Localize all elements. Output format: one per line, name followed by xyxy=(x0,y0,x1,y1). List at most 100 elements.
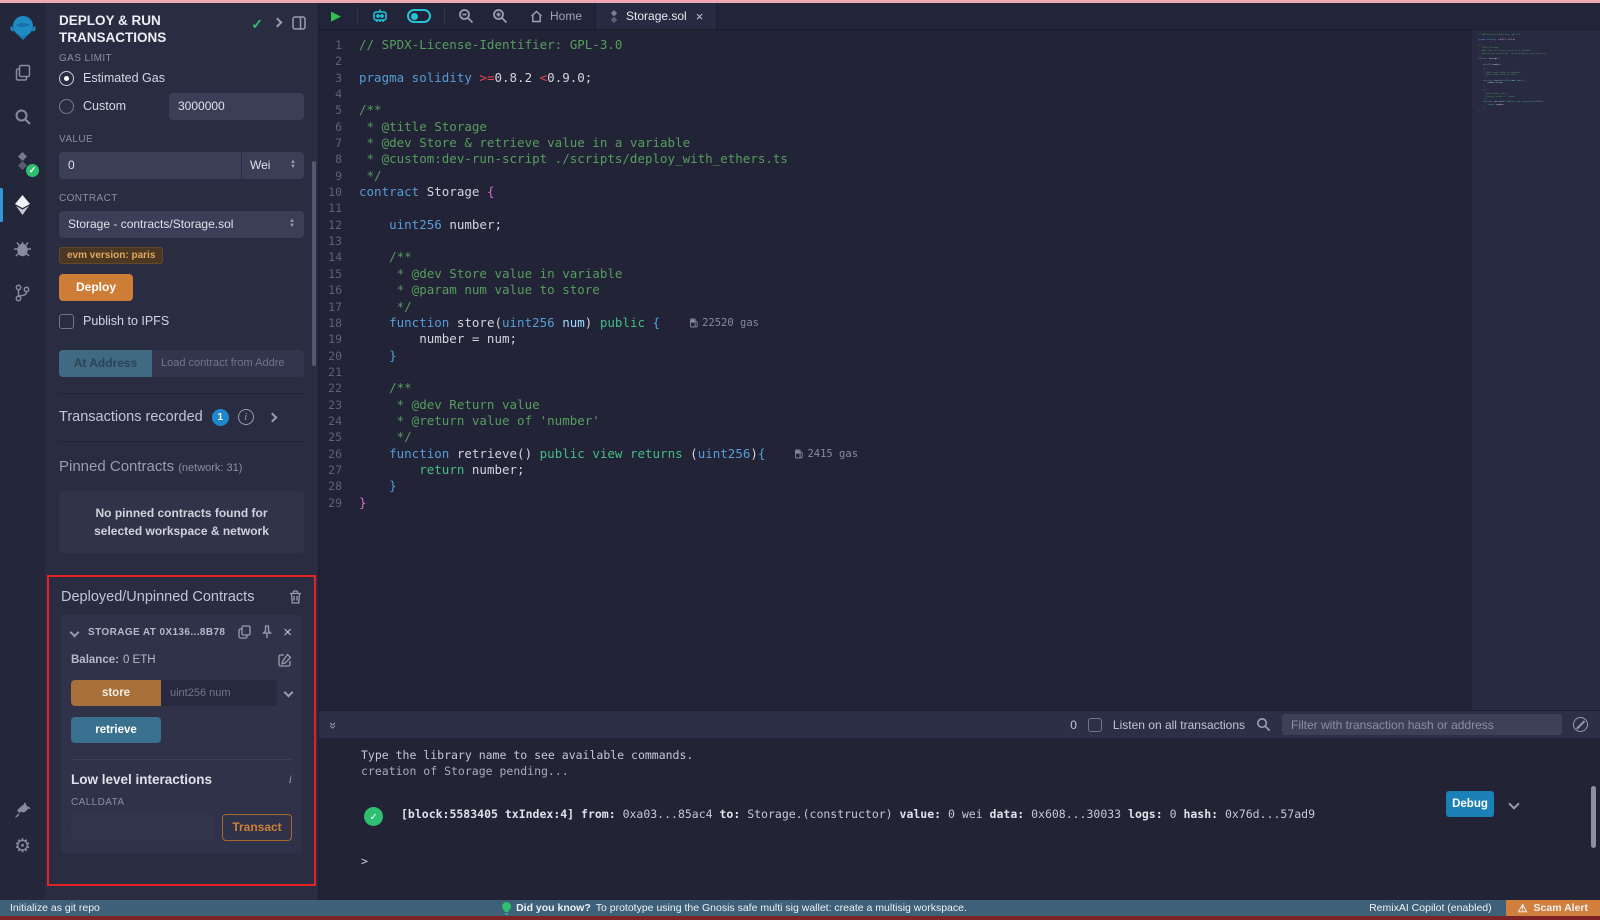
tip-text: To prototype using the Gnosis safe multi… xyxy=(596,902,967,914)
tab-storage-sol[interactable]: Storage.sol × xyxy=(595,3,717,29)
transaction-filter-input[interactable] xyxy=(1282,714,1562,735)
info-icon[interactable]: i xyxy=(238,409,254,425)
solidity-icon xyxy=(609,10,619,23)
copy-address-icon[interactable] xyxy=(238,625,251,639)
git-icon[interactable] xyxy=(0,271,45,315)
at-address-button[interactable]: At Address xyxy=(59,350,152,377)
estimated-gas-radio[interactable] xyxy=(59,71,74,86)
ai-assistant-icon[interactable] xyxy=(362,3,398,29)
listen-all-checkbox[interactable] xyxy=(1088,718,1102,732)
terminal-scrollbar[interactable] xyxy=(1591,786,1596,848)
code-line: 18 function store(uint256 num) public {2… xyxy=(319,315,1600,331)
custom-gas-radio[interactable] xyxy=(59,99,74,114)
red-annotation-box: Deployed/Unpinned Contracts STORAGE AT 0… xyxy=(47,575,316,886)
store-function-button[interactable]: store xyxy=(71,680,161,706)
trash-icon[interactable] xyxy=(289,590,302,604)
code-line: 14 /** xyxy=(319,249,1600,265)
no-pinned-contracts-message: No pinned contracts found for selected w… xyxy=(59,491,304,553)
code-line: 26 function retrieve() public view retur… xyxy=(319,446,1600,462)
git-init-status[interactable]: Initialize as git repo xyxy=(10,902,100,914)
custom-gas-input[interactable] xyxy=(169,93,304,120)
estimated-gas-option[interactable]: Estimated Gas xyxy=(59,71,304,86)
code-line: 20 } xyxy=(319,348,1600,364)
expand-store-icon[interactable] xyxy=(284,688,294,698)
transaction-log-entry[interactable]: ✓ [block:5583405 txIndex:4] from: 0xa03.… xyxy=(361,806,1600,822)
deployed-contracts-title: Deployed/Unpinned Contracts xyxy=(61,589,254,605)
panel-scrollbar[interactable] xyxy=(312,161,316,366)
publish-ipfs-option[interactable]: Publish to IPFS xyxy=(59,314,304,329)
publish-ipfs-checkbox[interactable] xyxy=(59,314,74,329)
edit-balance-icon[interactable] xyxy=(278,653,292,667)
pin-contract-icon[interactable] xyxy=(261,625,273,639)
terminal-line: Type the library name to see available c… xyxy=(361,747,1600,763)
minimap[interactable]: // SPDX-License-Identifier: GPL-3.0pragm… xyxy=(1472,30,1600,710)
pin-panel-icon[interactable] xyxy=(292,16,306,30)
window-bottom-edge xyxy=(0,916,1600,920)
code-line: 25 */ xyxy=(319,429,1600,445)
listen-all-label: Listen on all transactions xyxy=(1113,718,1245,732)
run-script-icon[interactable]: ▶ xyxy=(319,3,353,29)
file-explorer-icon[interactable] xyxy=(0,51,45,95)
contract-select[interactable]: Storage - contracts/Storage.sol ▲▼ xyxy=(59,211,304,238)
code-line: 9 */ xyxy=(319,168,1600,184)
expand-transactions-icon[interactable] xyxy=(267,412,277,422)
contract-stepper-icon: ▲▼ xyxy=(289,219,295,229)
retrieve-function-button[interactable]: retrieve xyxy=(71,717,161,743)
zoom-out-icon[interactable] xyxy=(449,3,483,29)
terminal-search-icon[interactable] xyxy=(1256,717,1271,732)
solidity-compiler-icon[interactable]: ✓ xyxy=(0,139,45,183)
code-line: 28 } xyxy=(319,478,1600,494)
ai-toggle-switch[interactable] xyxy=(398,3,440,29)
copilot-status[interactable]: RemixAI Copilot (enabled) xyxy=(1369,902,1492,914)
tx-success-icon: ✓ xyxy=(364,807,383,826)
terminal-prompt[interactable]: > xyxy=(361,853,1600,869)
code-editor[interactable]: 1// SPDX-License-Identifier: GPL-3.023pr… xyxy=(319,30,1600,710)
at-address-input[interactable] xyxy=(152,350,304,377)
low-level-info-icon[interactable]: i xyxy=(289,772,292,787)
calldata-input[interactable] xyxy=(71,814,214,841)
debugger-icon[interactable] xyxy=(0,227,45,271)
remove-contract-icon[interactable]: × xyxy=(283,625,292,640)
search-icon[interactable] xyxy=(0,95,45,139)
code-line: 4 xyxy=(319,86,1600,102)
panel-chevron-right-icon[interactable] xyxy=(273,18,283,28)
code-line: 7 * @dev Store & retrieve value in a var… xyxy=(319,135,1600,151)
debug-button[interactable]: Debug xyxy=(1446,791,1494,817)
code-line: 12 uint256 number; xyxy=(319,217,1600,233)
terminal-output[interactable]: Type the library name to see available c… xyxy=(319,738,1600,900)
deploy-run-panel: DEPLOY & RUN TRANSACTIONS ✓ GAS LIMIT Es… xyxy=(45,3,318,900)
collapse-contract-icon[interactable] xyxy=(70,627,80,637)
code-line: 19 number = num; xyxy=(319,331,1600,347)
transact-button[interactable]: Transact xyxy=(222,814,292,841)
window-top-edge xyxy=(0,0,1600,3)
code-line: 11 xyxy=(319,200,1600,216)
evm-version-badge: evm version: paris xyxy=(59,247,163,264)
deploy-button[interactable]: Deploy xyxy=(59,274,133,301)
code-line: 8 * @custom:dev-run-script ./scripts/dep… xyxy=(319,151,1600,167)
collapse-terminal-icon[interactable]: » xyxy=(326,722,341,727)
remix-ide-window: ✓ ⚙ DEPLOY & RUN TRANSACTIONS xyxy=(0,0,1600,920)
zoom-in-icon[interactable] xyxy=(483,3,517,29)
plugin-manager-icon[interactable] xyxy=(14,802,31,819)
compile-success-badge: ✓ xyxy=(26,164,39,177)
unit-stepper-icon: ▲▼ xyxy=(290,160,296,170)
code-line: 22 /** xyxy=(319,380,1600,396)
divider xyxy=(59,441,304,442)
deploy-run-icon[interactable] xyxy=(0,183,45,227)
tab-home[interactable]: Home xyxy=(517,3,595,29)
clear-console-icon[interactable] xyxy=(1573,717,1588,732)
settings-icon[interactable]: ⚙ xyxy=(14,835,31,858)
transactions-recorded-row[interactable]: Transactions recorded 1 i xyxy=(59,394,304,441)
value-unit-select[interactable]: Wei ▲▼ xyxy=(242,152,304,179)
tip-heading: Did you know? xyxy=(516,902,591,914)
scam-alert-badge[interactable]: ⚠ Scam Alert xyxy=(1506,900,1600,916)
value-input[interactable] xyxy=(59,152,241,179)
close-tab-icon[interactable]: × xyxy=(696,10,704,23)
terminal-header: » 0 Listen on all transactions xyxy=(319,711,1600,738)
custom-gas-option[interactable]: Custom xyxy=(59,93,304,120)
store-args-input[interactable] xyxy=(161,680,277,706)
status-bar: Initialize as git repo Did you know? To … xyxy=(0,900,1600,916)
contract-instance-label: STORAGE AT 0X136...8B78 xyxy=(88,627,230,638)
code-line: 27 return number; xyxy=(319,462,1600,478)
code-line: 23 * @dev Return value xyxy=(319,397,1600,413)
